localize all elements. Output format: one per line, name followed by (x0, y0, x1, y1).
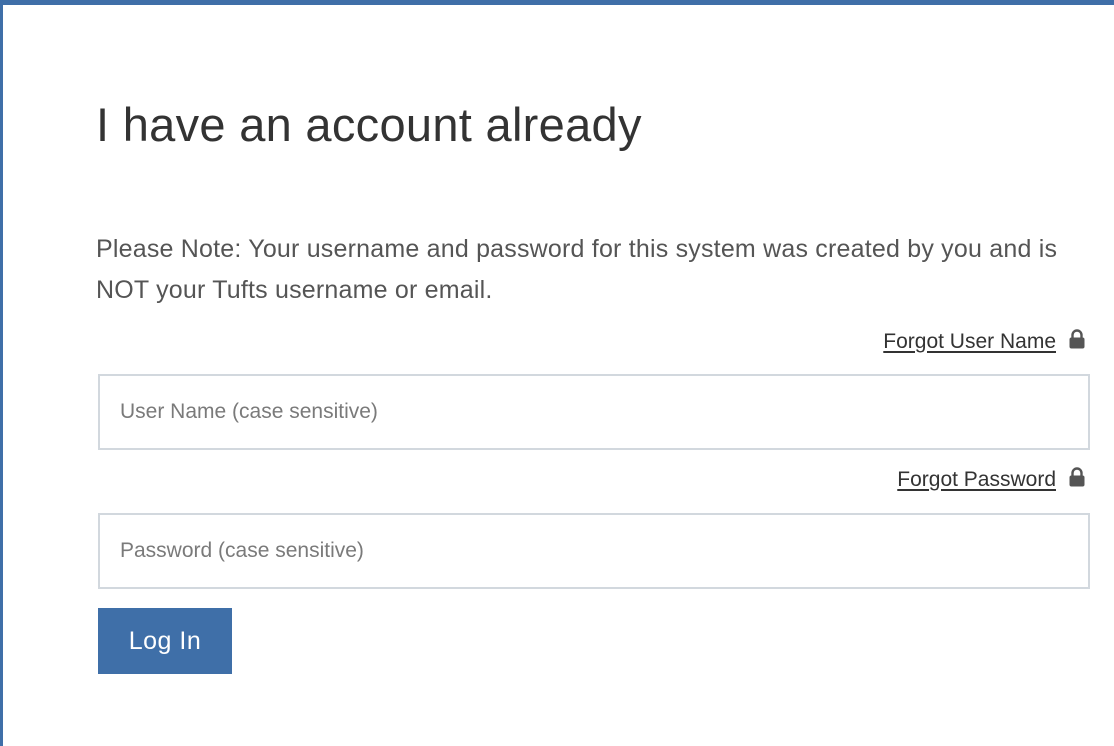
forgot-password-link[interactable]: Forgot Password (897, 468, 1056, 492)
lock-icon (1068, 467, 1086, 493)
forgot-username-row: Forgot User Name (883, 329, 1086, 355)
forgot-password-row: Forgot Password (897, 467, 1086, 493)
login-panel: I have an account already Please Note: Y… (0, 0, 1114, 746)
username-input[interactable] (98, 374, 1090, 450)
password-input[interactable] (98, 513, 1090, 589)
login-button[interactable]: Log In (98, 608, 232, 674)
page-title: I have an account already (96, 98, 642, 151)
login-note: Please Note: Your username and password … (96, 235, 1058, 304)
lock-icon (1068, 329, 1086, 355)
forgot-username-link[interactable]: Forgot User Name (883, 330, 1056, 354)
